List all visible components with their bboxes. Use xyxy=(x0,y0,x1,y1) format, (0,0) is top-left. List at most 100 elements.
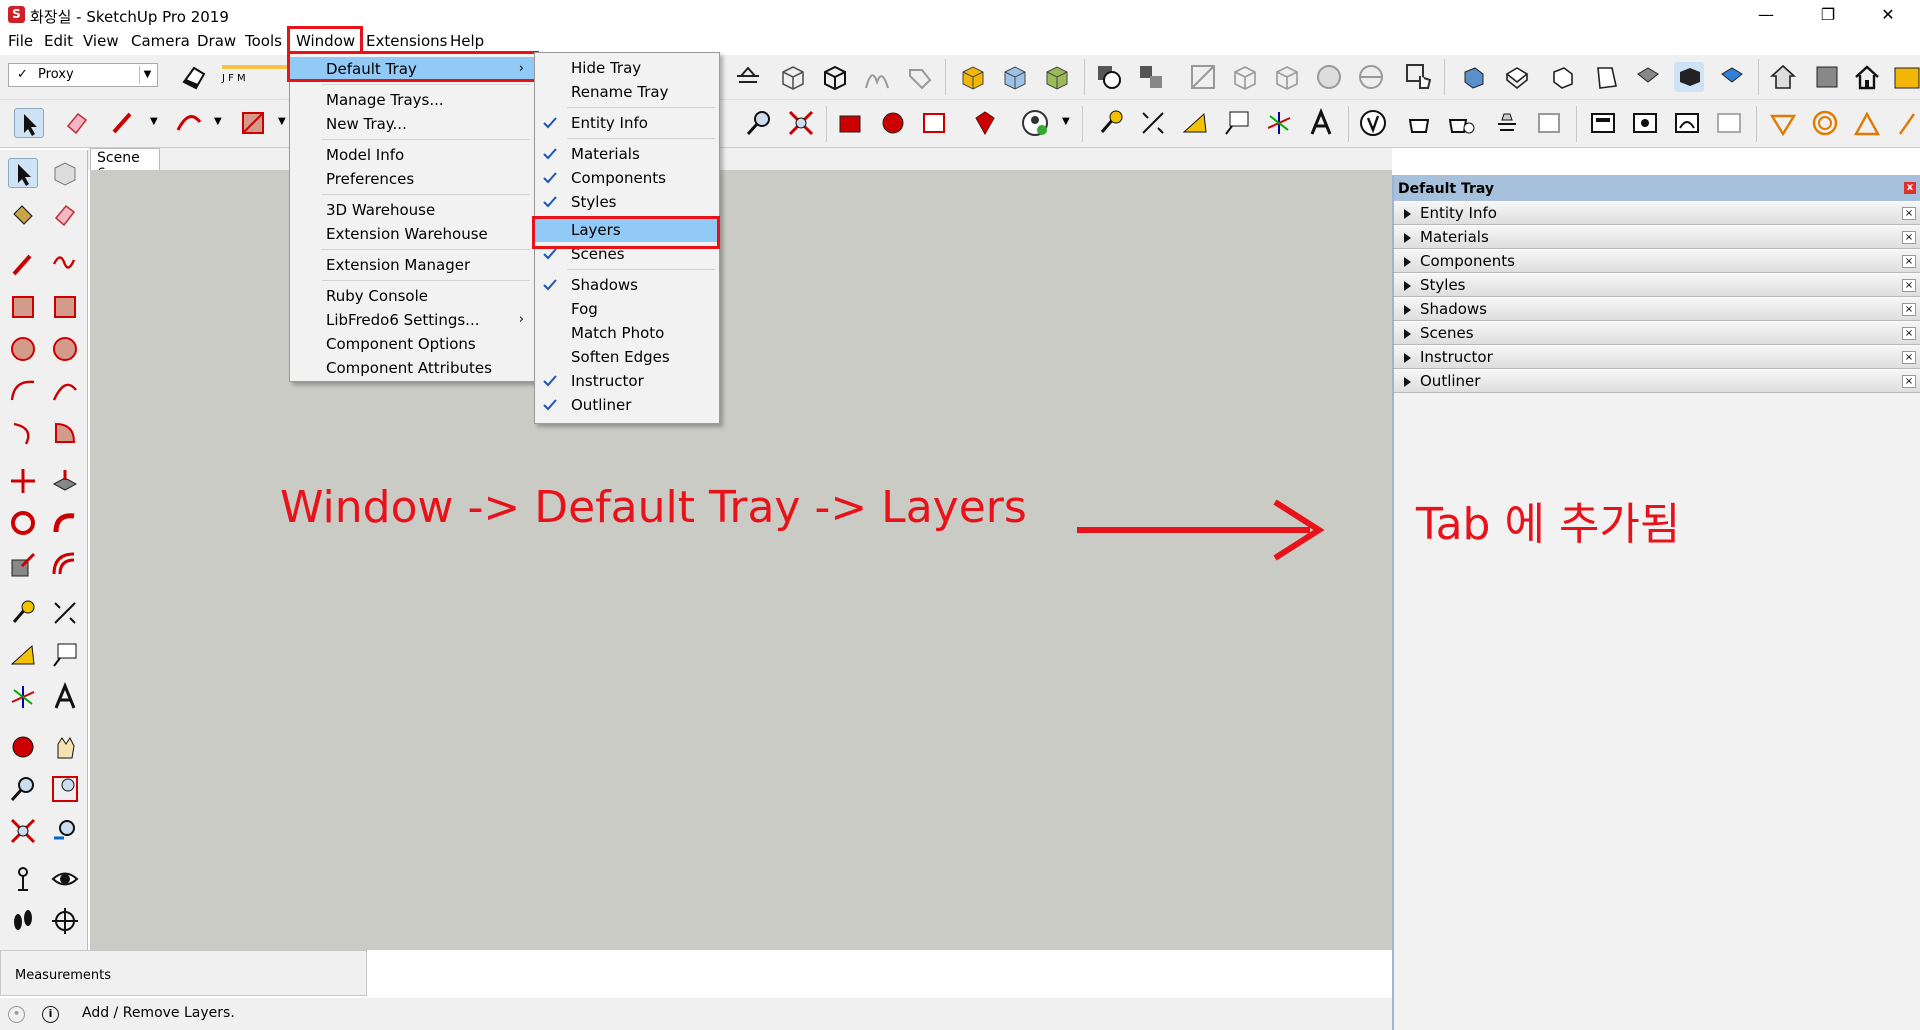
component-green-icon[interactable] xyxy=(1042,62,1072,92)
offset-tool-icon[interactable] xyxy=(50,550,80,580)
zoom-window-icon[interactable] xyxy=(50,774,80,804)
two-point-arc-icon[interactable] xyxy=(50,376,80,406)
push-pull-icon[interactable] xyxy=(50,466,80,496)
section-plane-icon[interactable] xyxy=(50,906,80,936)
rectangle-tool-icon[interactable] xyxy=(238,108,268,138)
tape-measure-icon[interactable] xyxy=(8,598,38,628)
xray-style-icon[interactable] xyxy=(1188,62,1218,92)
menu-item-component-attributes[interactable]: Component Attributes xyxy=(290,356,534,380)
view-left-icon[interactable] xyxy=(1674,62,1704,92)
submenu-item-entity-info[interactable]: Entity Info xyxy=(535,111,719,135)
tray-panel-instructor[interactable]: Instructor × xyxy=(1394,345,1920,369)
freehand-icon[interactable] xyxy=(50,250,80,280)
menu-item-new-tray[interactable]: New Tray... xyxy=(290,112,534,136)
solid-outer-shell-icon[interactable] xyxy=(1094,62,1124,92)
select-arrow-icon[interactable] xyxy=(14,108,44,138)
eraser-style-icon[interactable] xyxy=(178,62,208,92)
menu-draw[interactable]: Draw xyxy=(197,32,236,50)
frame-buffer-icon[interactable] xyxy=(1534,108,1564,138)
tray-panel-outliner[interactable]: Outliner × xyxy=(1394,369,1920,393)
zoom-extents-icon[interactable] xyxy=(8,816,38,846)
move-tool-icon[interactable] xyxy=(8,466,38,496)
vray-dome-icon[interactable] xyxy=(1672,108,1702,138)
view-top-icon[interactable] xyxy=(1501,62,1531,92)
tray-panel-components[interactable]: Components × xyxy=(1394,249,1920,273)
sandbox-smoove-icon[interactable] xyxy=(1892,108,1920,138)
menu-tools[interactable]: Tools xyxy=(245,32,282,50)
pie-tool-icon[interactable] xyxy=(50,418,80,448)
drawing-viewport[interactable]: Window -> Default Tray -> Layers xyxy=(90,170,1392,950)
dimension-icon[interactable] xyxy=(50,598,80,628)
chevron-down-icon[interactable]: ▼ xyxy=(150,116,158,127)
eraser-icon[interactable] xyxy=(50,200,80,230)
tag-icon[interactable] xyxy=(904,62,934,92)
panel-close-icon[interactable]: × xyxy=(1902,207,1916,220)
menu-camera[interactable]: Camera xyxy=(131,32,190,50)
view-bottom-icon[interactable] xyxy=(1716,62,1746,92)
zoom-extents-icon[interactable] xyxy=(786,108,816,138)
rotated-rectangle-icon[interactable] xyxy=(50,292,80,322)
photo-texture-icon[interactable] xyxy=(878,108,908,138)
wireframe-style-icon[interactable] xyxy=(1230,62,1260,92)
menu-item-preferences[interactable]: Preferences xyxy=(290,167,534,191)
menu-file[interactable]: File xyxy=(8,32,33,50)
eraser-icon[interactable] xyxy=(62,108,92,138)
component-blue-icon[interactable] xyxy=(1000,62,1030,92)
view-front-icon[interactable] xyxy=(1548,62,1578,92)
close-button[interactable]: ✕ xyxy=(1868,2,1908,28)
menu-item-3d-warehouse[interactable]: 3D Warehouse xyxy=(290,198,534,222)
submenu-item-instructor[interactable]: Instructor xyxy=(535,369,719,393)
user-account-icon[interactable] xyxy=(1020,108,1050,138)
panel-close-icon[interactable]: × xyxy=(1902,303,1916,316)
text-tool-icon[interactable] xyxy=(1222,108,1252,138)
vray-icon[interactable] xyxy=(1358,108,1388,138)
rectangle-tool-icon[interactable] xyxy=(8,292,38,322)
warehouse-house-icon[interactable] xyxy=(1768,62,1798,92)
chevron-down-icon[interactable]: ▼ xyxy=(278,116,286,127)
geo-location-icon[interactable]: • xyxy=(8,1006,25,1023)
protractor-icon[interactable] xyxy=(1180,108,1210,138)
info-icon[interactable]: i xyxy=(42,1006,59,1023)
menu-item-manage-trays[interactable]: Manage Trays... xyxy=(290,88,534,112)
view-iso-icon[interactable] xyxy=(1459,62,1489,92)
menu-item-ruby-console[interactable]: Ruby Console xyxy=(290,284,534,308)
proxy-select[interactable]: ✓ Proxy ▼ xyxy=(8,63,158,87)
panel-close-icon[interactable]: × xyxy=(1902,351,1916,364)
monochrome-style-icon[interactable] xyxy=(1356,62,1386,92)
make-component-icon[interactable] xyxy=(50,158,80,188)
scale-tool-icon[interactable] xyxy=(8,550,38,580)
view-right-icon[interactable] xyxy=(1590,62,1620,92)
position-camera-icon[interactable] xyxy=(8,864,38,894)
submenu-item-styles[interactable]: Styles xyxy=(535,190,719,214)
scene-tab[interactable]: Scene 6 xyxy=(90,148,160,182)
hidden-line-style-icon[interactable] xyxy=(1272,62,1302,92)
share-component-icon[interactable] xyxy=(1892,62,1920,92)
menu-item-model-info[interactable]: Model Info xyxy=(290,143,534,167)
dimension-icon[interactable] xyxy=(1138,108,1168,138)
chevron-down-icon[interactable]: ▼ xyxy=(214,116,222,127)
paint-bucket-icon[interactable] xyxy=(8,200,38,230)
component-yellow-icon[interactable] xyxy=(958,62,988,92)
teapot-interactive-icon[interactable] xyxy=(1446,108,1476,138)
tray-panel-styles[interactable]: Styles × xyxy=(1394,273,1920,297)
follow-me-icon[interactable] xyxy=(50,508,80,538)
tray-panel-materials[interactable]: Materials × xyxy=(1394,225,1920,249)
sandbox-from-contours-icon[interactable] xyxy=(1768,108,1798,138)
zoom-icon[interactable] xyxy=(8,774,38,804)
submenu-item-match-photo[interactable]: Match Photo xyxy=(535,321,719,345)
submenu-item-outliner[interactable]: Outliner xyxy=(535,393,719,417)
chevron-down-icon[interactable]: ▼ xyxy=(1062,116,1070,127)
panel-close-icon[interactable]: × xyxy=(1902,231,1916,244)
vray-proxy-icon[interactable] xyxy=(1714,108,1744,138)
menu-item-component-options[interactable]: Component Options xyxy=(290,332,534,356)
tray-panel-entity-info[interactable]: Entity Info × xyxy=(1394,201,1920,225)
menu-view[interactable]: View xyxy=(83,32,119,50)
arc-tool-icon[interactable] xyxy=(8,376,38,406)
3d-text-icon[interactable] xyxy=(50,682,80,712)
protractor-icon[interactable] xyxy=(8,640,38,670)
measurements-box[interactable]: Measurements xyxy=(0,950,367,996)
submenu-item-soften-edges[interactable]: Soften Edges xyxy=(535,345,719,369)
3d-text-icon[interactable] xyxy=(1306,108,1336,138)
line-tool-icon[interactable] xyxy=(108,108,138,138)
minimize-button[interactable]: — xyxy=(1746,2,1786,28)
